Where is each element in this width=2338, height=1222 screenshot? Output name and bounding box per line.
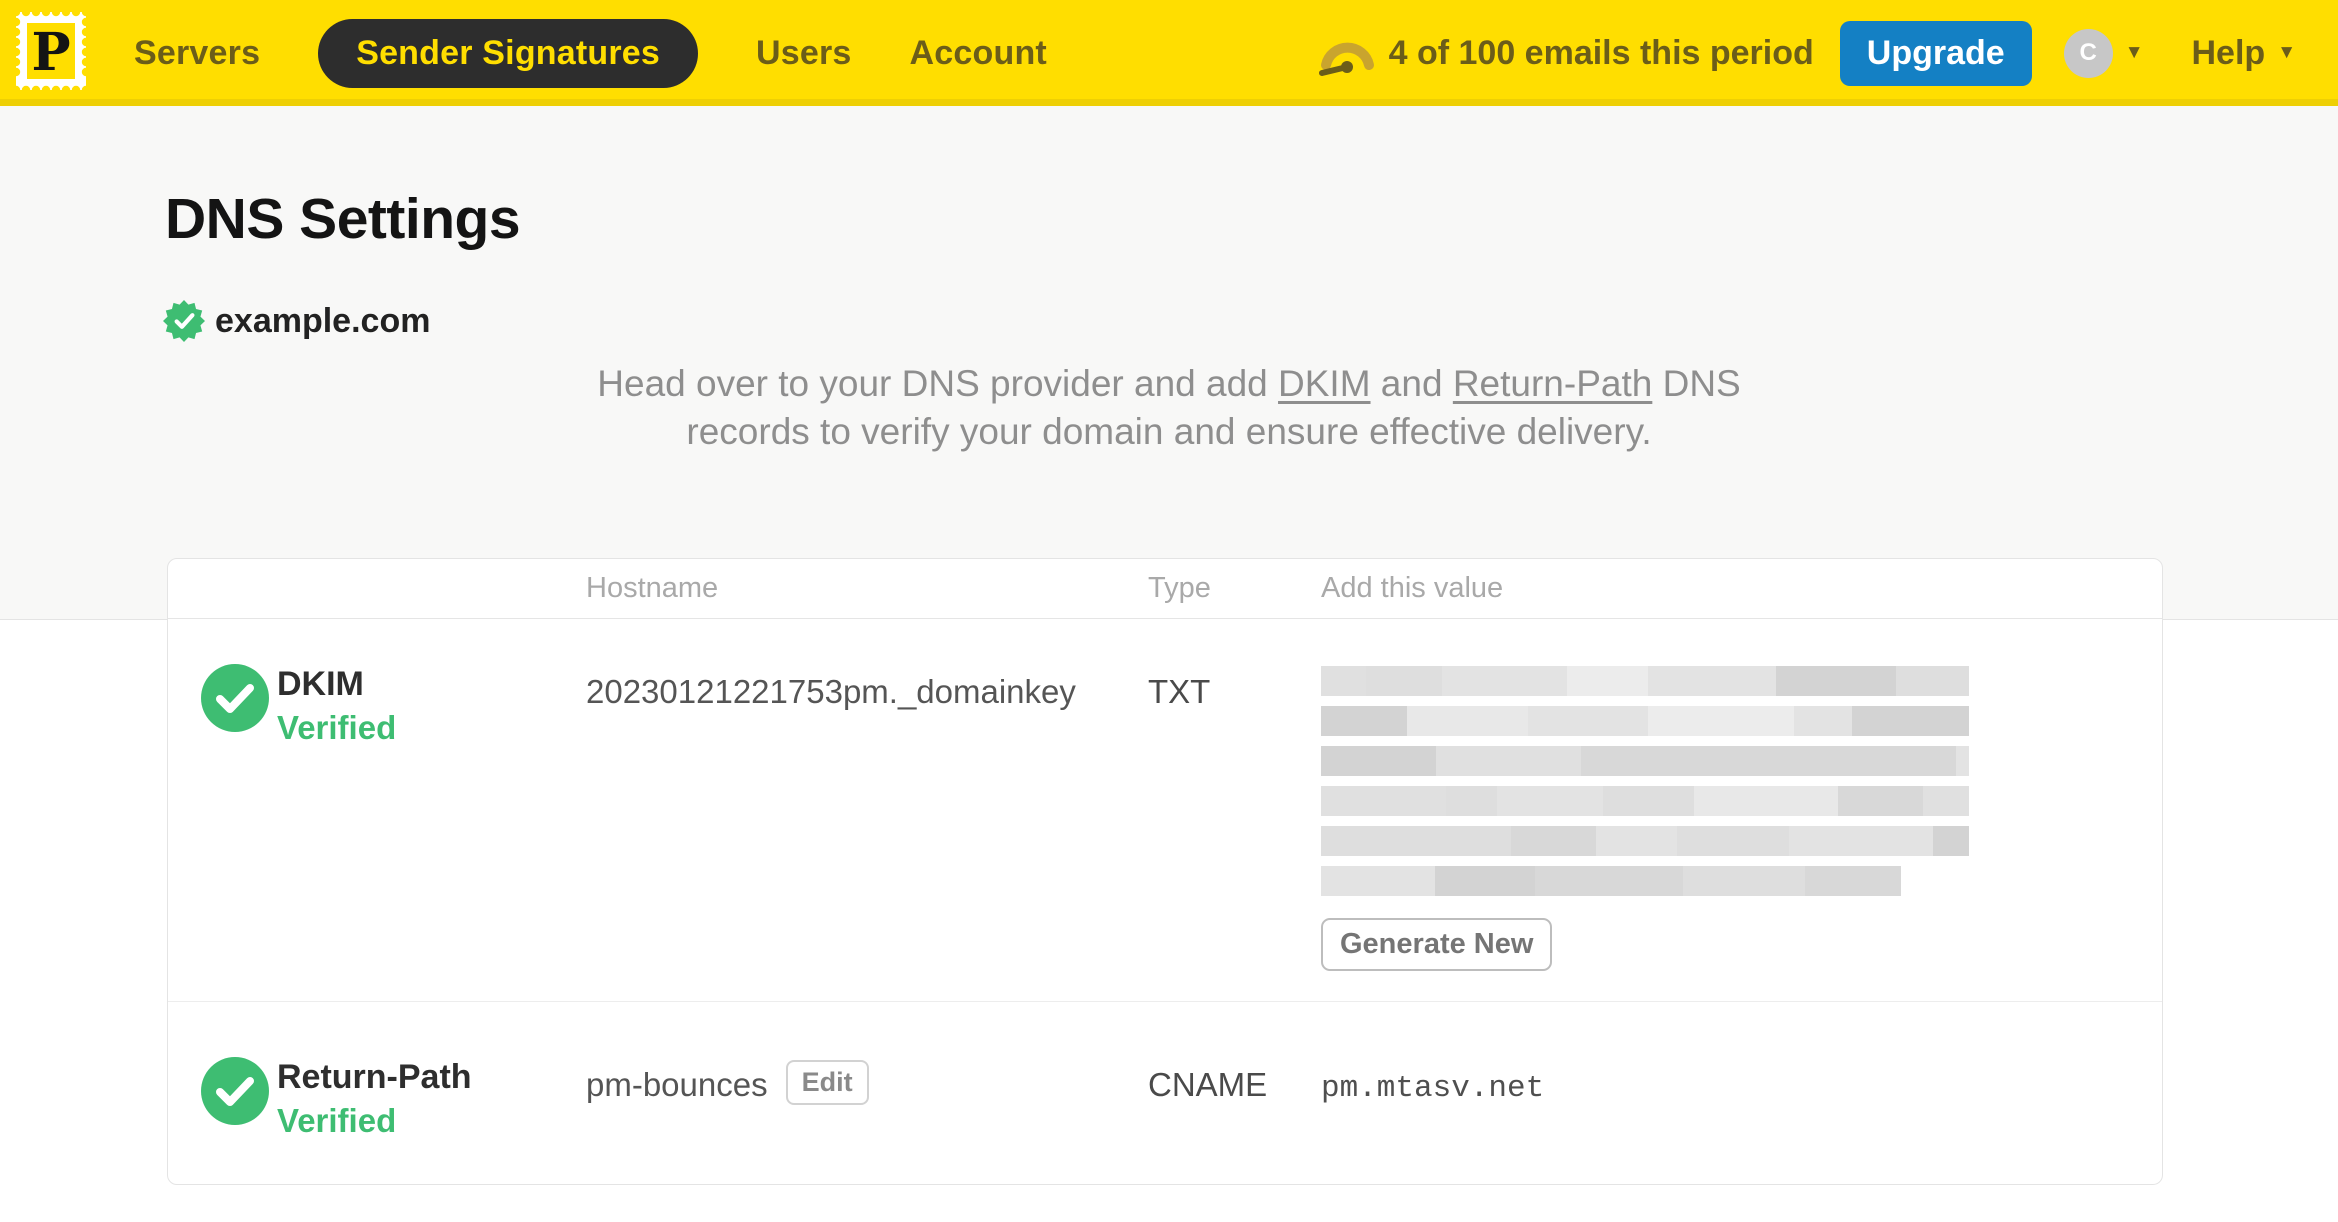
- verified-check-icon: [201, 664, 269, 732]
- table-row-dkim: DKIM Verified 20230121221753pm._domainke…: [168, 619, 2162, 1002]
- top-nav: P Servers Sender Signatures Users Accoun…: [0, 0, 2338, 106]
- column-header-hostname: Hostname: [586, 572, 719, 604]
- dns-records-card: Hostname Type Add this value DKIM Verifi…: [167, 558, 2163, 1185]
- dkim-value-cell: Generate New: [1321, 666, 2162, 1001]
- nav-items: Servers Sender Signatures Users Account: [134, 18, 1047, 88]
- logo-letter: P: [31, 22, 70, 83]
- verified-seal-icon: [163, 300, 205, 342]
- upgrade-button[interactable]: Upgrade: [1839, 20, 2032, 86]
- record-status-badge: Verified: [277, 709, 397, 747]
- intro-text: Head over to your DNS provider and add D…: [597, 363, 1741, 453]
- column-header-type: Type: [1148, 572, 1211, 604]
- verified-check-icon: [201, 1057, 269, 1125]
- return-path-value: pm.mtasv.net: [1321, 1071, 1545, 1106]
- record-name: Return-Path: [277, 1058, 472, 1096]
- dkim-redacted-value: [1321, 666, 1969, 896]
- dkim-status-cell: DKIM Verified: [168, 664, 586, 1001]
- record-status-badge: Verified: [277, 1102, 397, 1140]
- intro-section: Head over to your DNS provider and add D…: [0, 360, 2338, 456]
- nav-item-sender-signatures[interactable]: Sender Signatures: [318, 18, 699, 88]
- page-title: DNS Settings: [165, 187, 521, 251]
- dkim-type: TXT: [1148, 673, 1211, 710]
- nav-item-account[interactable]: Account: [910, 34, 1047, 73]
- help-menu[interactable]: Help ▼: [2192, 34, 2297, 73]
- nav-item-users[interactable]: Users: [756, 34, 852, 73]
- domain-name: example.com: [215, 301, 431, 340]
- intro-link-return-path[interactable]: Return-Path: [1453, 363, 1653, 404]
- return-path-hostname: pm-bounces: [586, 1066, 768, 1103]
- usage-counter: 4 of 100 emails this period: [1388, 33, 1814, 72]
- return-path-value-cell: pm.mtasv.net: [1321, 1059, 2162, 1183]
- record-name: DKIM: [277, 665, 364, 703]
- help-label: Help: [2191, 33, 2266, 72]
- intro-link-dkim[interactable]: DKIM: [1278, 363, 1371, 404]
- verified-domain: example.com: [163, 300, 430, 342]
- account-caret-icon[interactable]: ▼: [2125, 42, 2144, 64]
- generate-new-button[interactable]: Generate New: [1321, 918, 1553, 971]
- return-path-hostname-cell: pm-bounces Edit: [586, 1060, 1148, 1183]
- nav-item-servers[interactable]: Servers: [134, 34, 260, 73]
- help-caret-icon: ▼: [2277, 42, 2296, 63]
- return-path-status-cell: Return-Path Verified: [168, 1057, 586, 1183]
- table-header-row: Hostname Type Add this value: [168, 559, 2162, 619]
- account-avatar[interactable]: C: [2063, 28, 2113, 78]
- return-path-type: CNAME: [1148, 1066, 1268, 1103]
- column-header-value: Add this value: [1321, 572, 1504, 604]
- table-row-return-path: Return-Path Verified pm-bounces Edit CNA…: [168, 1002, 2162, 1183]
- edit-button[interactable]: Edit: [785, 1060, 869, 1105]
- dkim-hostname: 20230121221753pm._domainkey: [586, 673, 1076, 710]
- postmark-logo-icon[interactable]: P: [12, 8, 90, 94]
- usage-gauge-icon: [1318, 42, 1374, 76]
- nav-right-cluster: 4 of 100 emails this period Upgrade C ▼ …: [1318, 20, 2297, 86]
